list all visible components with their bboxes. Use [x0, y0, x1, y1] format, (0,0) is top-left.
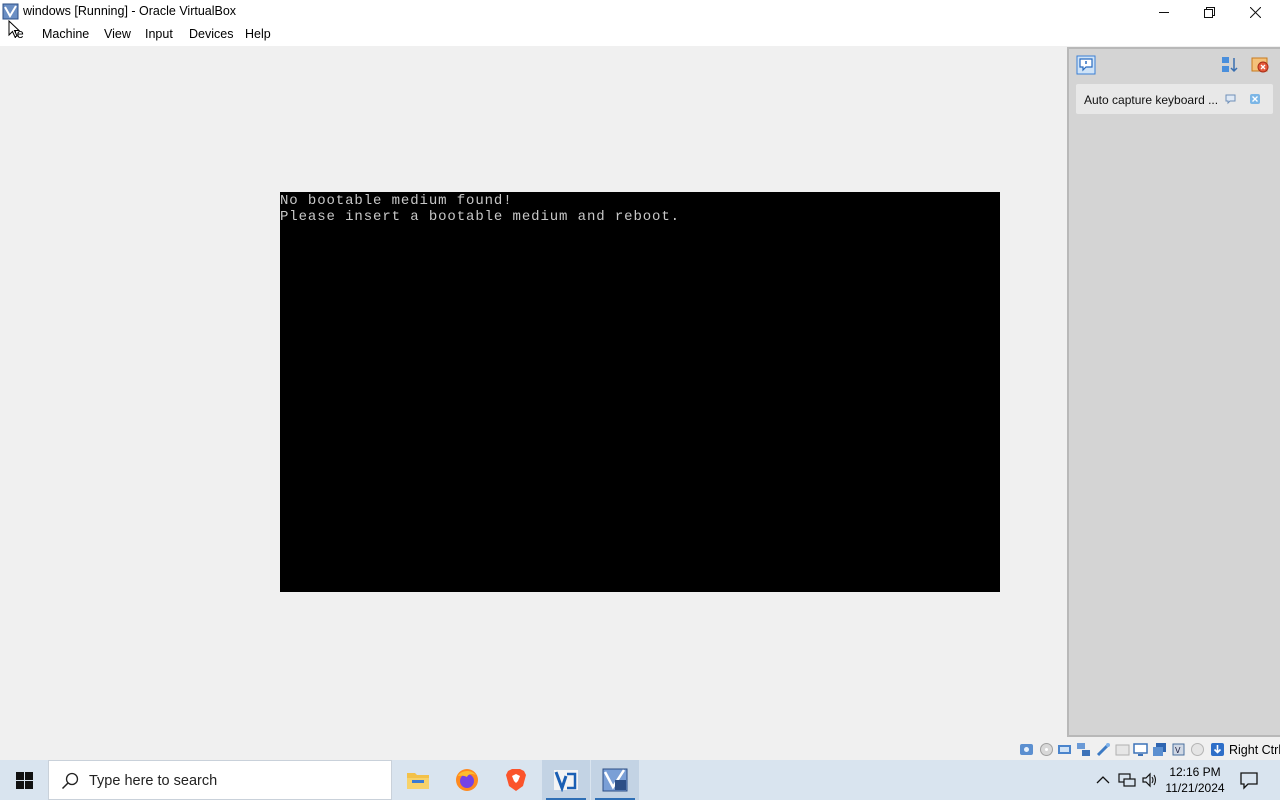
window-title: windows [Running] - Oracle VirtualBox: [23, 4, 237, 18]
sort-order-icon[interactable]: [1220, 55, 1240, 75]
dismiss-notification-icon[interactable]: [1248, 92, 1262, 106]
notification-text: Auto capture keyboard ...: [1084, 93, 1219, 107]
hard-disk-icon[interactable]: [1019, 742, 1034, 757]
menu-bar: le Machine View Input Devices Help: [0, 24, 1280, 46]
windows-logo-icon: [15, 771, 33, 789]
close-button[interactable]: [1232, 0, 1278, 24]
virtualbox-manager-icon: [554, 770, 578, 792]
recording-icon[interactable]: [1152, 742, 1167, 757]
host-key-icon[interactable]: [1210, 742, 1225, 757]
file-explorer-icon: [407, 773, 429, 789]
taskbar-search-box[interactable]: Type here to search: [48, 760, 392, 800]
notification-auto-capture[interactable]: Auto capture keyboard ...: [1076, 84, 1273, 114]
menu-devices[interactable]: Devices: [189, 27, 233, 41]
volume-icon[interactable]: [1141, 771, 1159, 789]
taskbar-clock[interactable]: 12:16 PM 11/21/2024: [1160, 764, 1230, 796]
host-key-label: Right Ctrl: [1229, 743, 1280, 757]
mouse-cursor-icon: [8, 20, 20, 38]
optical-drive-icon[interactable]: [1039, 742, 1054, 757]
clock-time: 12:16 PM: [1169, 765, 1221, 779]
menu-input[interactable]: Input: [145, 27, 173, 41]
display-icon[interactable]: [1133, 742, 1148, 757]
close-icon: [1249, 6, 1261, 18]
restore-button[interactable]: [1186, 0, 1232, 24]
dismiss-all-icon[interactable]: [1250, 55, 1270, 75]
start-button[interactable]: [0, 760, 48, 800]
taskbar-virtualbox-vm[interactable]: [591, 760, 639, 800]
status-bar: V Right Ctrl: [0, 739, 1280, 761]
notification-center-icon[interactable]: [1076, 55, 1096, 75]
minimize-button[interactable]: [1141, 0, 1187, 24]
taskbar-virtualbox-manager[interactable]: [542, 760, 590, 800]
search-placeholder: Type here to search: [89, 773, 218, 789]
usb-icon[interactable]: [1096, 742, 1111, 757]
search-icon: [61, 772, 79, 790]
firefox-icon: [456, 769, 478, 791]
menu-help[interactable]: Help: [245, 27, 271, 41]
boot-message-line-1: No bootable medium found!: [280, 193, 513, 209]
help-icon[interactable]: [1224, 92, 1238, 106]
minimize-icon: [1158, 11, 1169, 13]
network-icon[interactable]: [1118, 771, 1136, 789]
menu-machine[interactable]: Machine: [42, 27, 89, 41]
cpu-icon[interactable]: V: [1171, 742, 1186, 757]
menu-view[interactable]: View: [104, 27, 131, 41]
virtualbox-app-icon[interactable]: [2, 3, 19, 20]
notification-icon[interactable]: [1239, 770, 1259, 790]
boot-message-line-2: Please insert a bootable medium and rebo…: [280, 209, 680, 225]
virtualbox-vm-icon: [602, 768, 628, 792]
brave-icon: [506, 769, 526, 791]
shared-folders-icon[interactable]: [1115, 742, 1130, 757]
notification-center-panel: Auto capture keyboard ...: [1067, 47, 1280, 737]
vm-screen[interactable]: No bootable medium found! Please insert …: [280, 192, 1000, 592]
title-bar: windows [Running] - Oracle VirtualBox: [0, 0, 1280, 24]
audio-icon[interactable]: [1057, 742, 1072, 757]
taskbar-brave[interactable]: [492, 760, 540, 800]
clock-date: 11/21/2024: [1165, 781, 1225, 795]
taskbar: Type here to search 12:16 PM 11/21/2024: [0, 760, 1280, 800]
restore-icon: [1203, 6, 1215, 18]
mouse-integration-icon[interactable]: [1190, 742, 1205, 757]
network-adapter-icon[interactable]: [1076, 742, 1091, 757]
panel-toolbar: [1069, 49, 1280, 82]
taskbar-file-explorer[interactable]: [394, 760, 442, 800]
chevron-up-icon[interactable]: [1094, 771, 1112, 789]
taskbar-firefox[interactable]: [443, 760, 491, 800]
svg-text:V: V: [1175, 746, 1181, 755]
